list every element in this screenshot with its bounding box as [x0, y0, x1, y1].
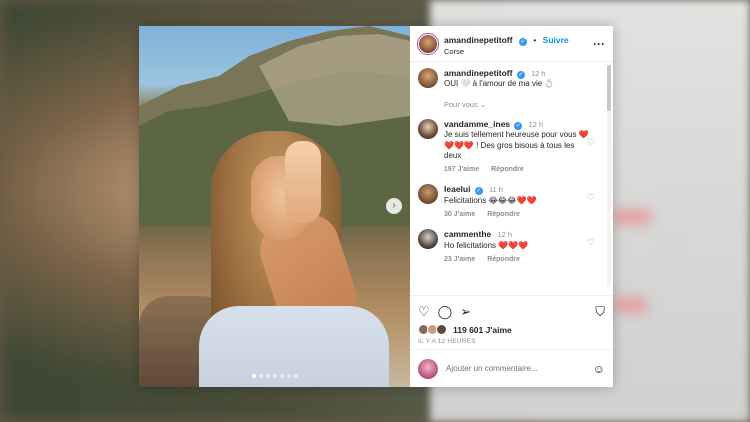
comment-text: Ho felicitations ❤️❤️❤️ — [444, 240, 529, 250]
current-user-avatar — [418, 358, 438, 379]
comment-likes[interactable]: 30 J'aime — [444, 211, 475, 218]
reply-button[interactable]: Répondre — [487, 211, 520, 218]
post-side-panel: amandinepetitoff ✓ • Suivre Corse ··· am… — [410, 26, 613, 387]
blurred-background-accent — [612, 210, 652, 224]
commenter-avatar[interactable] — [418, 184, 438, 205]
carousel-dot — [279, 374, 284, 378]
comment-time: 11 h — [488, 185, 503, 195]
share-icon[interactable]: ➢ — [460, 305, 471, 318]
comment-text: Je suis tellement heureuse pour vous ❤️❤… — [444, 130, 589, 160]
like-count[interactable]: 119 601 J'aime — [453, 325, 512, 335]
caption-text: OUI 🤍 à l'amour de ma vie 💍 — [444, 79, 555, 89]
follow-button[interactable]: Suivre — [543, 35, 569, 45]
comment-item: leaelui ✓ 11 h Felicitations 😂😂😂❤️❤️ 30 … — [418, 184, 605, 219]
reply-button[interactable]: Répondre — [487, 256, 520, 263]
heart-icon[interactable]: ♡ — [587, 192, 595, 203]
separator-dot: • — [533, 35, 537, 45]
more-options-icon[interactable]: ··· — [593, 37, 605, 51]
post-header: amandinepetitoff ✓ • Suivre Corse ··· — [410, 26, 613, 62]
bookmark-icon[interactable]: ⛉ — [595, 305, 605, 318]
caption-time: 12 h — [530, 69, 546, 78]
commenter-username[interactable]: cammenthe — [444, 229, 491, 239]
comment-text: Felicitations 😂😂😂❤️❤️ — [444, 195, 537, 205]
comment-icon[interactable]: ◯ — [438, 305, 453, 318]
instagram-post-card: › amandinepetitoff ✓ • Suivre Corse ··· — [139, 26, 613, 387]
carousel-dot — [265, 374, 270, 378]
caption: amandinepetitoff ✓ 12 h OUI 🤍 à l'amour … — [418, 68, 605, 90]
commenter-avatar[interactable] — [418, 229, 438, 250]
post-actions: ♡ ◯ ➢ ⛉ 119 601 J'aime IL Y A 12 HEURES — [410, 295, 613, 349]
emoji-icon[interactable]: ☺ — [593, 362, 605, 376]
person-hand-with-ring — [285, 141, 321, 223]
add-comment-bar: ☺ — [410, 349, 613, 387]
author-username[interactable]: amandinepetitoff — [444, 35, 512, 45]
heart-icon[interactable]: ♡ — [418, 305, 430, 318]
carousel-dot — [286, 374, 291, 378]
blurred-background-accent — [612, 298, 648, 312]
comment-likes[interactable]: 23 J'aime — [444, 256, 475, 263]
carousel-dot — [251, 374, 256, 378]
verified-badge-icon: ✓ — [516, 71, 525, 79]
carousel-dot — [258, 374, 263, 378]
liker-avatar — [436, 324, 447, 335]
chevron-right-icon[interactable]: › — [386, 198, 402, 214]
comment-item: vandamme_ines ✓ 12 h Je suis tellement h… — [418, 118, 605, 175]
post-location[interactable]: Corse — [444, 48, 587, 57]
scrollbar-thumb[interactable] — [607, 65, 611, 111]
verified-badge-icon: ✓ — [474, 187, 483, 196]
author-avatar[interactable] — [418, 33, 438, 54]
comments-list[interactable]: amandinepetitoff ✓ 12 h OUI 🤍 à l'amour … — [410, 62, 613, 295]
comment-item: cammenthe 12 h Ho felicitations ❤️❤️❤️ 2… — [418, 229, 605, 264]
commenter-username[interactable]: vandamme_ines — [444, 119, 510, 129]
carousel-dots — [139, 374, 410, 378]
for-you-filter[interactable]: Pour vous ⌄ — [444, 100, 605, 109]
verified-badge-icon: ✓ — [518, 37, 527, 46]
commenter-username[interactable]: leaelui — [444, 184, 470, 194]
comment-time: 12 h — [528, 119, 544, 129]
carousel-dot — [293, 374, 298, 378]
post-photo[interactable]: › — [139, 26, 410, 387]
commenter-avatar[interactable] — [418, 118, 438, 139]
carousel-dot — [272, 374, 277, 378]
comment-likes[interactable]: 197 J'aime — [444, 166, 479, 173]
posted-time: IL Y A 12 HEURES — [418, 338, 476, 345]
caption-author-avatar[interactable] — [418, 68, 438, 88]
heart-icon[interactable]: ♡ — [587, 137, 595, 148]
comment-time: 12 h — [497, 230, 513, 240]
reply-button[interactable]: Répondre — [491, 166, 524, 173]
caption-author[interactable]: amandinepetitoff — [444, 68, 512, 78]
heart-icon[interactable]: ♡ — [587, 237, 595, 248]
verified-badge-icon: ✓ — [514, 121, 523, 130]
comment-input[interactable] — [446, 364, 585, 373]
